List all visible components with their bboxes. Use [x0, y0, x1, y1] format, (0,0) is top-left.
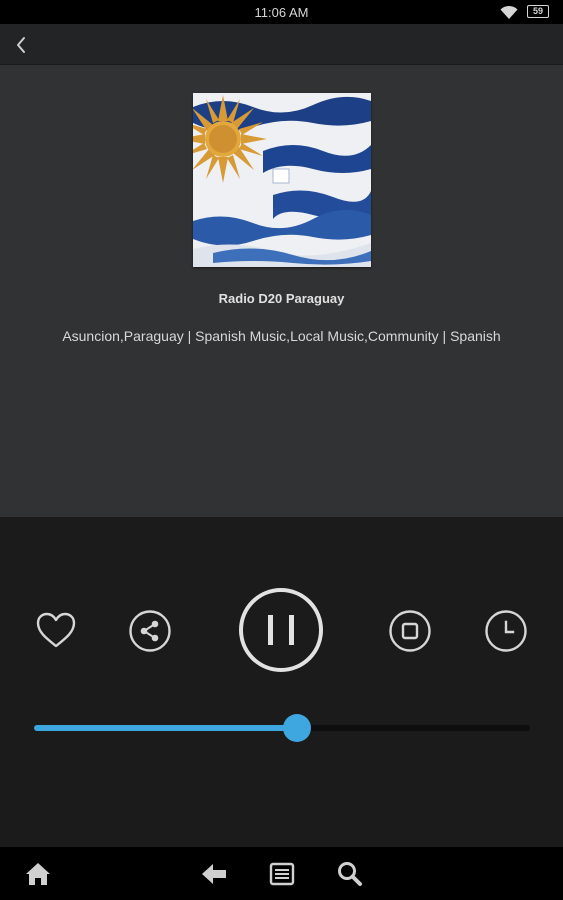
pause-button[interactable]: [238, 587, 324, 673]
stop-button[interactable]: [388, 609, 432, 653]
system-nav-bar: [0, 847, 563, 900]
seek-thumb[interactable]: [282, 714, 311, 742]
station-details: Asuncion,Paraguay | Spanish Music,Local …: [62, 328, 501, 344]
player-controls: [0, 517, 563, 847]
home-button[interactable]: [24, 860, 52, 888]
back-arrow-icon: [202, 864, 226, 884]
nav-back-button[interactable]: [200, 860, 228, 888]
stop-icon: [389, 610, 431, 652]
back-button[interactable]: [8, 28, 38, 60]
seek-progress: [34, 725, 297, 731]
search-button[interactable]: [336, 860, 364, 888]
home-icon: [26, 863, 50, 885]
status-bar: 11:06 AM 59: [0, 0, 563, 24]
sleep-timer-button[interactable]: [484, 609, 528, 653]
status-time: 11:06 AM: [254, 5, 309, 20]
heart-icon: [36, 612, 76, 648]
share-icon: [129, 610, 171, 652]
share-button[interactable]: [128, 609, 172, 653]
menu-button[interactable]: [268, 860, 296, 888]
top-bar: [0, 24, 563, 65]
station-cover-art: [179, 93, 371, 267]
chevron-left-icon: [17, 37, 25, 53]
battery-icon: 59: [527, 5, 549, 18]
seek-bar[interactable]: [34, 714, 530, 745]
favorite-button[interactable]: [34, 609, 78, 653]
menu-icon: [269, 862, 295, 886]
pause-icon: [239, 588, 323, 672]
search-icon: [338, 862, 362, 886]
wifi-icon: [500, 5, 518, 19]
station-info-panel: Radio D20 Paraguay Asuncion,Paraguay | S…: [0, 65, 563, 517]
clock-icon: [485, 610, 527, 652]
station-name: Radio D20 Paraguay: [218, 291, 345, 306]
uruguay-flag-image: [179, 93, 371, 267]
